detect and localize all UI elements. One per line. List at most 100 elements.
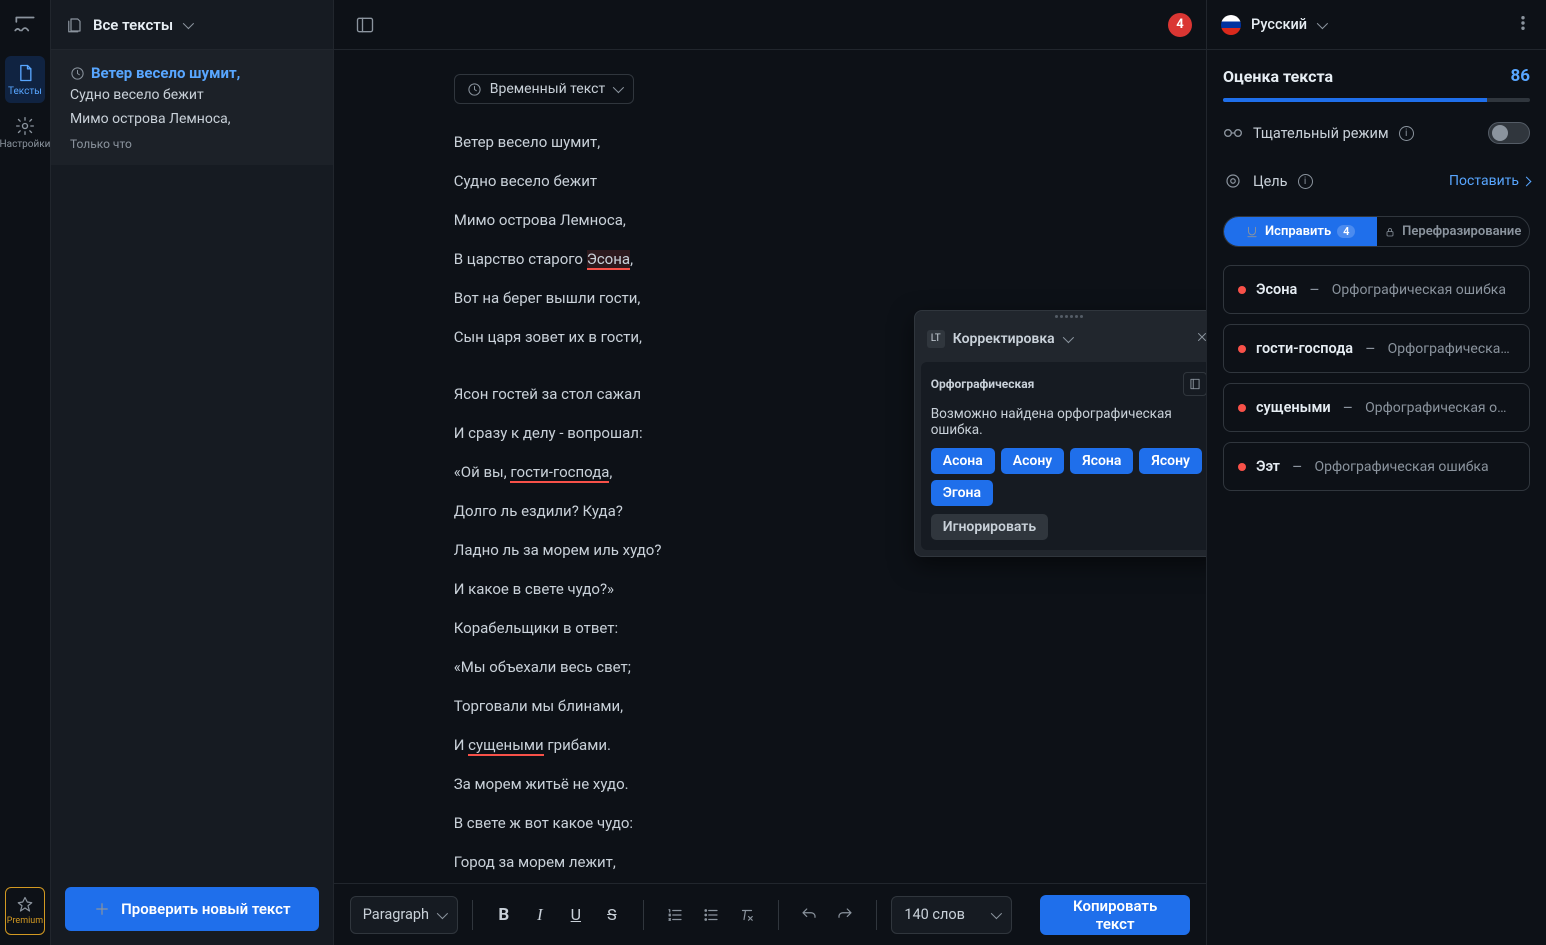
more-menu-button[interactable]: [1514, 14, 1532, 36]
book-icon: [1188, 377, 1202, 391]
issue-type: Орфографическая ошибка: [1365, 400, 1515, 416]
lt-icon: LT: [927, 330, 945, 348]
spelling-error[interactable]: Эсона: [587, 250, 630, 270]
copy-text-button[interactable]: Копировать текст: [1040, 895, 1190, 935]
format-dropdown[interactable]: Paragraph: [350, 896, 458, 934]
issue-type: Орфографическая ош…: [1388, 341, 1515, 357]
score-label: Оценка текста: [1223, 67, 1333, 86]
error-count-badge[interactable]: 4: [1168, 13, 1192, 37]
tab-rephrase-label: Перефразирование: [1402, 224, 1521, 239]
close-icon: [1195, 330, 1206, 344]
temp-text-dropdown[interactable]: Временный текст: [454, 74, 635, 104]
spelling-error[interactable]: сущеными: [468, 736, 543, 756]
doc-snippet: Судно весело бежит: [70, 86, 317, 106]
info-icon[interactable]: i: [1298, 174, 1313, 189]
doc-title: Ветер весело шумит,: [91, 64, 240, 82]
chevron-down-icon[interactable]: [1062, 331, 1073, 342]
text-line: Город за морем лежит,: [454, 852, 1086, 873]
new-text-label: Проверить новый текст: [121, 900, 290, 918]
tab-fix[interactable]: Исправить 4: [1224, 217, 1377, 246]
new-text-button[interactable]: Проверить новый текст: [65, 887, 319, 931]
issue-card[interactable]: гости-господа – Орфографическая ош…: [1223, 324, 1530, 373]
thorough-mode-toggle[interactable]: [1488, 122, 1530, 144]
dictionary-button[interactable]: [1183, 372, 1206, 396]
text-line: В свете ж вот какое чудо:: [454, 813, 1086, 834]
lock-icon: [1384, 226, 1396, 238]
suggestion-button[interactable]: Асону: [1001, 448, 1064, 474]
language-label: Русский: [1251, 16, 1307, 33]
toggle-sidebar-button[interactable]: [348, 8, 382, 42]
set-goal-link[interactable]: Поставить: [1449, 173, 1530, 189]
text-line: Вот на берег вышли гости,: [454, 288, 1086, 309]
rail-label: Тексты: [8, 86, 42, 97]
spelling-error[interactable]: гости-господа: [510, 463, 609, 483]
tab-fix-count: 4: [1337, 225, 1355, 238]
editor-topbar: 4: [334, 0, 1206, 50]
correction-popover: LT Корректировка Орфографическая Возможн…: [914, 310, 1206, 557]
chevron-down-icon: [613, 82, 624, 93]
strikethrough-button[interactable]: S: [595, 898, 629, 932]
right-panel: Русский Оценка текста 86 Тщательный режи…: [1206, 0, 1546, 945]
error-category: Орфографическая: [931, 377, 1035, 391]
rail-item-texts[interactable]: Тексты: [5, 56, 45, 103]
popover-title: Корректировка: [953, 331, 1055, 347]
error-dot-icon: [1238, 345, 1246, 353]
text-line: И какое в свете чудо?»: [454, 579, 1086, 600]
text-line: И сущеными грибами.: [454, 735, 1086, 756]
unordered-list-button[interactable]: [694, 898, 728, 932]
app-logo: [11, 10, 39, 38]
tab-rephrase[interactable]: Перефразирование: [1377, 217, 1530, 246]
doc-timestamp: Только что: [70, 137, 317, 151]
text-line: Торговали мы блинами,: [454, 696, 1086, 717]
issue-card[interactable]: сущеными – Орфографическая ошибка: [1223, 383, 1530, 432]
clear-format-button[interactable]: [730, 898, 764, 932]
goal-label: Цель: [1253, 173, 1288, 190]
text-line: Ветер весело шумит,: [454, 132, 1086, 153]
temp-text-label: Временный текст: [490, 81, 606, 97]
editor-panel: 4 Временный текст Ветер весело шумит, Су…: [334, 0, 1206, 945]
doclist-filter-label: Все тексты: [93, 16, 173, 34]
error-dot-icon: [1238, 463, 1246, 471]
document-icon: [14, 62, 36, 84]
ordered-list-button[interactable]: [658, 898, 692, 932]
target-icon: [1223, 172, 1243, 190]
wordcount-dropdown[interactable]: 140 слов: [891, 896, 1012, 934]
text-line: В царство старого Эсона,: [454, 249, 1086, 270]
rail-label: Настройки: [0, 139, 50, 150]
issue-card[interactable]: Эсона – Орфографическая ошибка: [1223, 265, 1530, 314]
copy-label: Копировать текст: [1073, 897, 1157, 933]
undo-button[interactable]: [792, 898, 826, 932]
text-line: «Мы объехали весь свет;: [454, 657, 1086, 678]
issue-tabs: Исправить 4 Перефразирование: [1223, 216, 1530, 247]
suggestions-row: Асона Асону Ясона Ясону Эгона: [931, 448, 1206, 506]
bold-button[interactable]: B: [487, 898, 521, 932]
ignore-button[interactable]: Игнорировать: [931, 514, 1048, 540]
underline-icon: [1245, 225, 1259, 239]
suggestion-button[interactable]: Эгона: [931, 480, 993, 506]
chevron-down-icon[interactable]: [1317, 17, 1328, 28]
suggestion-button[interactable]: Ясона: [1070, 448, 1133, 474]
issue-word: Эсона: [1256, 281, 1297, 298]
right-panel-topbar: Русский: [1207, 0, 1546, 50]
underline-button[interactable]: U: [559, 898, 593, 932]
suggestion-button[interactable]: Ясону: [1139, 448, 1202, 474]
italic-button[interactable]: I: [523, 898, 557, 932]
text-line: Корабельщики в ответ:: [454, 618, 1086, 639]
info-icon[interactable]: i: [1399, 126, 1414, 141]
issue-card[interactable]: Ээт – Орфографическая ошибка: [1223, 442, 1530, 491]
suggestion-button[interactable]: Асона: [931, 448, 995, 474]
document-list-panel: Все тексты Ветер весело шумит, Судно вес…: [51, 0, 334, 945]
glasses-icon: [1223, 126, 1243, 140]
app-rail: Тексты Настройки Premium: [0, 0, 51, 945]
rail-item-settings[interactable]: Настройки: [5, 109, 45, 156]
popover-drag-handle[interactable]: [915, 311, 1206, 321]
redo-button[interactable]: [828, 898, 862, 932]
close-button[interactable]: [1191, 325, 1206, 352]
plus-icon: [93, 900, 111, 918]
doclist-filter-dropdown[interactable]: Все тексты: [51, 0, 333, 50]
score-progress: [1223, 98, 1530, 102]
document-card[interactable]: Ветер весело шумит, Судно весело бежит М…: [51, 50, 333, 165]
editor-body[interactable]: Временный текст Ветер весело шумит, Судн…: [334, 50, 1206, 883]
premium-button[interactable]: Premium: [5, 887, 45, 935]
tab-fix-label: Исправить: [1265, 224, 1331, 239]
